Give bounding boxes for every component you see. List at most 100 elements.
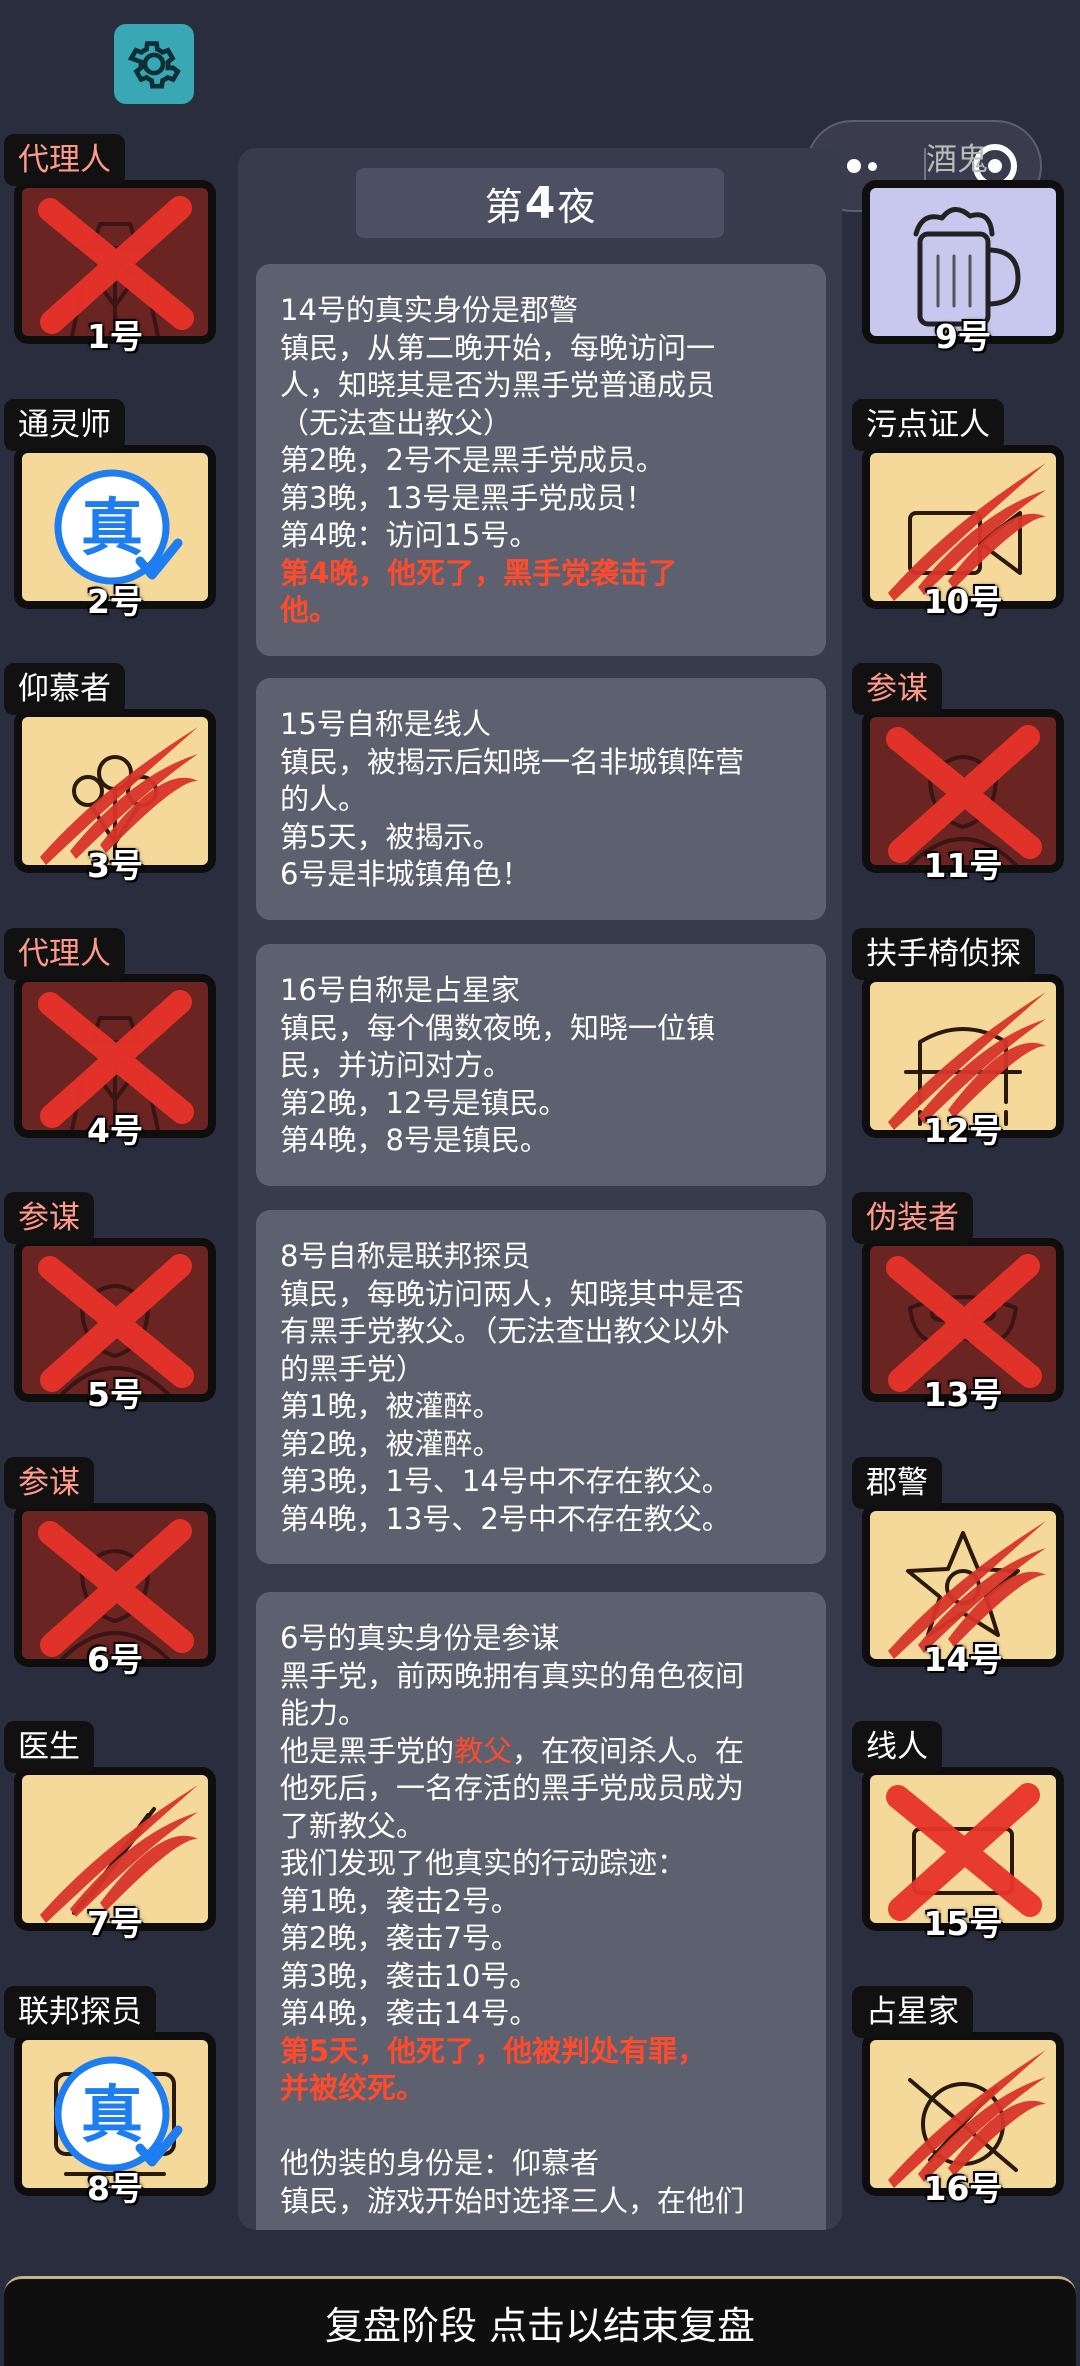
card-line: 他。 bbox=[280, 593, 339, 627]
card-line: 的黑手党） bbox=[280, 1351, 426, 1386]
card-line: 第1晚，被灌醉。 bbox=[280, 1389, 502, 1423]
card-line: 第1晚，袭击2号。 bbox=[280, 1883, 520, 1918]
card-line: 镇民，从第二晚开始，每晚访问一 bbox=[280, 330, 716, 365]
card-line: 第2晚，12号是镇民。 bbox=[280, 1085, 568, 1120]
card-line: 第4晚，袭击14号。 bbox=[280, 1996, 539, 2030]
card-line: 第3晚，13号是黑手党成员！ bbox=[280, 480, 655, 515]
card-line: 第2晚，袭击7号。 bbox=[280, 1921, 520, 1955]
card-line: 15号自称是线人 bbox=[280, 707, 491, 741]
role-label: 参谋 bbox=[4, 1192, 94, 1244]
player-slot-7号[interactable]: 医生 7号 bbox=[4, 1721, 226, 1943]
player-slot-2号[interactable]: 真 通灵师 2号 bbox=[4, 398, 226, 621]
card-line: 我们发现了他真实的行动踪迹： bbox=[280, 1846, 687, 1880]
card-line: 了新教父。 bbox=[280, 1808, 426, 1843]
card-line: 第2晚，被灌醉。 bbox=[280, 1426, 502, 1461]
player-slot-3号[interactable]: 仰慕者 3号 bbox=[4, 663, 226, 885]
player-slot-11号[interactable]: 参谋 11号 bbox=[852, 663, 1074, 885]
player-number: 14号 bbox=[923, 1639, 1003, 1679]
player-slot-15号[interactable]: 线人 15号 bbox=[852, 1721, 1074, 1943]
role-label: 通灵师 bbox=[4, 398, 125, 451]
card-line: 他是黑手党的教父，在夜间杀人。在 bbox=[280, 1733, 745, 1768]
card-line: 并被绞死。 bbox=[280, 2071, 426, 2105]
player-slot-14号[interactable]: 郡警 14号 bbox=[852, 1456, 1074, 1679]
player-number: 8号 bbox=[87, 2168, 143, 2208]
player-number: 13号 bbox=[923, 1375, 1003, 1414]
card-line: 第4晚：访问15号。 bbox=[280, 518, 539, 552]
role-label: 伪装者 bbox=[852, 1192, 973, 1244]
player-number: 6号 bbox=[87, 1639, 143, 1679]
card-line: 能力。 bbox=[280, 1696, 368, 1730]
end-review-button[interactable]: 复盘阶段 点击以结束复盘 bbox=[4, 2276, 1076, 2366]
role-label: 参谋 bbox=[852, 663, 942, 715]
svg-text:真: 真 bbox=[81, 491, 143, 564]
player-number: 9号 bbox=[935, 317, 991, 356]
player-slot-6号[interactable]: 参谋 6号 bbox=[4, 1456, 226, 1679]
card-line: 14号的真实身份是郡警 bbox=[280, 293, 578, 327]
card-line: 16号自称是占星家 bbox=[280, 973, 520, 1007]
role-label: 占星家 bbox=[852, 1985, 973, 2038]
card-line: 第4晚，13号、2号中不存在教父。 bbox=[280, 1501, 731, 1536]
player-slot-4号[interactable]: 代理人 4号 bbox=[4, 927, 226, 1150]
settings-gear-button[interactable] bbox=[114, 24, 194, 104]
player-slot-8号[interactable]: 真 联邦探员 8号 bbox=[4, 1985, 226, 2208]
player-number: 4号 bbox=[87, 1110, 143, 1150]
night-title: 第4夜 bbox=[356, 168, 724, 238]
card-line bbox=[280, 2108, 804, 2146]
role-label: 污点证人 bbox=[852, 398, 1004, 451]
card-line: 镇民，每个偶数夜晚，知晓一位镇 bbox=[280, 1010, 716, 1045]
player-number: 10号 bbox=[923, 581, 1003, 621]
review-card: 16号自称是占星家 镇民，每个偶数夜晚，知晓一位镇 民，并访问对方。 第2晚，12号是… bbox=[256, 944, 826, 1186]
card-line: （无法查出教父） bbox=[280, 405, 513, 440]
card-line: 第5天，他死了，他被判处有罪， bbox=[280, 2033, 707, 2068]
role-label: 扶手椅侦探 bbox=[852, 927, 1035, 980]
card-line: 6号是非城镇角色！ bbox=[280, 857, 531, 891]
role-label: 医生 bbox=[4, 1721, 94, 1773]
card-line: 第3晚，袭击10号。 bbox=[280, 1958, 539, 1993]
player-number: 5号 bbox=[87, 1375, 143, 1414]
card-line: 镇民，每晚访问两人，知晓其中是否 bbox=[280, 1276, 745, 1311]
player-slot-10号[interactable]: 污点证人 10号 bbox=[852, 398, 1074, 621]
card-line: 镇民，游戏开始时选择三人，在他们 bbox=[280, 2183, 745, 2218]
player-slot-1号[interactable]: 代理人 1号 bbox=[4, 134, 226, 356]
card-line: 镇民，被揭示后知晓一名非城镇阵营 bbox=[280, 744, 745, 779]
gear-icon bbox=[127, 41, 181, 89]
svg-text:真: 真 bbox=[81, 2078, 143, 2151]
role-label: 参谋 bbox=[4, 1456, 94, 1509]
player-slot-5号[interactable]: 参谋 5号 bbox=[4, 1192, 226, 1414]
card-line: 第3晚，1号、14号中不存在教父。 bbox=[280, 1464, 731, 1498]
player-slot-12号[interactable]: 扶手椅侦探 12号 bbox=[852, 927, 1074, 1150]
player-number: 3号 bbox=[87, 846, 143, 885]
card-line: 8号自称是联邦探员 bbox=[280, 1239, 531, 1273]
review-card: 6号的真实身份是参谋 黑手党，前两晚拥有真实的角色夜间 能力。 他是黑手党的教父，在夜… bbox=[256, 1592, 826, 2230]
player-number: 12号 bbox=[923, 1110, 1003, 1150]
role-label: 酒鬼 bbox=[926, 142, 988, 178]
player-slot-16号[interactable]: 占星家 16号 bbox=[852, 1985, 1074, 2208]
card-line: 第4晚，他死了，黑手党袭击了 bbox=[280, 555, 678, 590]
end-review-label: 复盘阶段 点击以结束复盘 bbox=[324, 2304, 756, 2348]
card-line: 第4晚，8号是镇民。 bbox=[280, 1123, 549, 1157]
role-label: 代理人 bbox=[4, 134, 125, 186]
card-line: 第5天，被揭示。 bbox=[280, 819, 502, 854]
card-line: 他死后，一名存活的黑手党成员成为 bbox=[280, 1771, 745, 1805]
role-label: 联邦探员 bbox=[4, 1985, 156, 2038]
card-line: 有黑手党教父。（无法查出教父以外 bbox=[280, 1314, 730, 1348]
card-line: 黑手党，前两晚拥有真实的角色夜间 bbox=[280, 1658, 745, 1693]
card-line: 的人。 bbox=[280, 782, 368, 816]
card-line: 民，并访问对方。 bbox=[280, 1048, 513, 1082]
player-number: 1号 bbox=[87, 317, 143, 356]
card-line: 第2晚，2号不是黑手党成员。 bbox=[280, 443, 665, 477]
review-panel[interactable]: 第4夜 14号的真实身份是郡警 镇民，从第二晚开始，每晚访问一 人，知晓其是否为黑手… bbox=[238, 148, 842, 2230]
role-label: 代理人 bbox=[4, 927, 125, 980]
role-label: 郡警 bbox=[852, 1456, 942, 1509]
review-card: 15号自称是线人 镇民，被揭示后知晓一名非城镇阵营 的人。 第5天，被揭示。 6号是非城… bbox=[256, 678, 826, 920]
player-number: 15号 bbox=[923, 1904, 1003, 1943]
review-card: 8号自称是联邦探员 镇民，每晚访问两人，知晓其中是否 有黑手党教父。（无法查出教父以… bbox=[256, 1210, 826, 1564]
review-card: 14号的真实身份是郡警 镇民，从第二晚开始，每晚访问一 人，知晓其是否为黑手党普通成… bbox=[256, 264, 826, 656]
player-number: 7号 bbox=[87, 1904, 143, 1943]
player-number: 16号 bbox=[923, 2168, 1003, 2208]
card-line: 他伪装的身份是：仰慕者 bbox=[280, 2146, 600, 2180]
player-slot-13号[interactable]: 伪装者 13号 bbox=[852, 1192, 1074, 1414]
player-slot-9号[interactable]: 酒鬼 9号 bbox=[852, 134, 1074, 356]
card-line: 人，知晓其是否为黑手党普通成员 bbox=[280, 368, 716, 402]
player-number: 2号 bbox=[87, 581, 143, 621]
